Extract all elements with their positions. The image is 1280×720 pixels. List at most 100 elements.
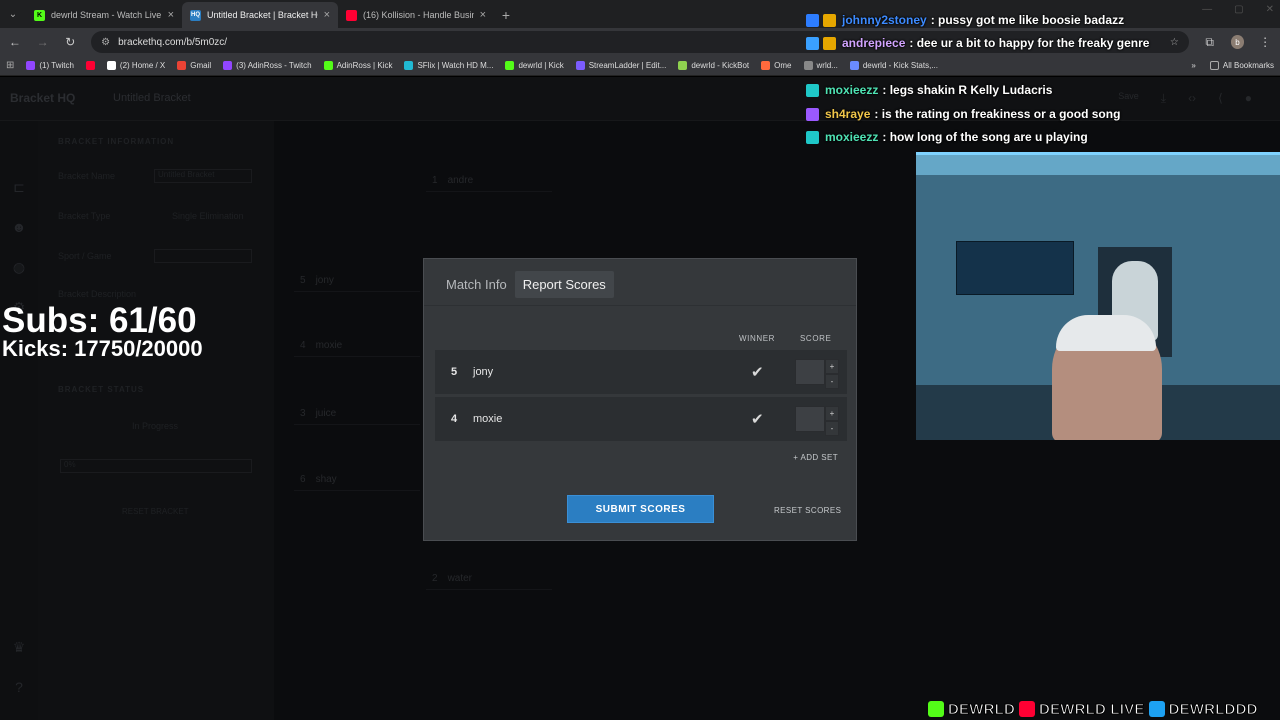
bookmark-item[interactable]: dewrld - Kick Stats,... <box>849 61 938 70</box>
chat-username: andrepiece <box>842 36 906 50</box>
help-icon[interactable]: ? <box>10 679 28 697</box>
tab-report-scores[interactable]: Report Scores <box>514 271 614 298</box>
apps-grid-icon[interactable]: ⊞ <box>6 60 14 71</box>
decrement-button[interactable]: - <box>825 374 839 389</box>
minimize-icon[interactable]: — <box>1202 4 1212 15</box>
status-text: In Progress <box>132 421 179 431</box>
tab-search-icon[interactable]: ⌄ <box>0 0 26 28</box>
users-icon[interactable]: ☻ <box>10 219 28 237</box>
user-avatar-icon[interactable]: ● <box>1245 91 1252 106</box>
bookmark-item[interactable] <box>85 61 95 70</box>
winner-check-icon[interactable]: ✔ <box>751 410 764 428</box>
bracket-name-input[interactable]: Untitled Bracket <box>154 169 252 183</box>
winner-check-icon[interactable]: ✔ <box>751 363 764 381</box>
embed-icon[interactable]: ‹› <box>1188 91 1196 106</box>
forward-arrow-icon[interactable]: → <box>36 35 50 49</box>
subscriber-badge-icon <box>823 36 836 50</box>
bookmark-item[interactable]: (1) Twitch <box>26 61 74 70</box>
chat-text: : dee ur a bit to happy for the freaky g… <box>909 36 1150 50</box>
kick-icon <box>928 701 944 717</box>
bookmark-item[interactable]: (2) Home / X <box>106 61 165 70</box>
twitter-icon <box>1148 701 1165 717</box>
chat-username: johnny2stoney <box>842 13 927 27</box>
kick-icon <box>323 61 333 70</box>
reset-bracket-button[interactable]: RESET BRACKET <box>122 507 189 516</box>
chat-username: sh4raye <box>825 107 871 121</box>
increment-button[interactable]: + <box>825 406 839 421</box>
bracket-slot[interactable]: 2 water <box>426 568 552 590</box>
bookmark-item[interactable]: dewrld | Kick <box>505 61 564 70</box>
bracket-slot[interactable]: 3 juice <box>294 403 420 425</box>
reload-icon[interactable]: ↻ <box>63 35 77 49</box>
bracket-slot[interactable]: 6 shay <box>294 469 420 491</box>
chat-message: sh4raye : is the rating on freakiness or… <box>806 104 1120 124</box>
back-arrow-icon[interactable]: ← <box>8 35 22 49</box>
score-input[interactable] <box>795 359 825 385</box>
browser-tab-youtube[interactable]: (16) Kollision - Handle Business × <box>338 2 494 28</box>
submit-scores-button[interactable]: SUBMIT SCORES <box>567 495 714 523</box>
bookmark-item[interactable]: AdinRoss | Kick <box>323 61 392 70</box>
team-seed: 5 <box>450 366 458 378</box>
browser-tab-kick[interactable]: K dewrld Stream - Watch Live on × <box>26 2 182 28</box>
sflix-icon <box>404 61 414 70</box>
add-set-button[interactable]: + ADD SET <box>793 453 838 462</box>
close-icon[interactable]: × <box>480 9 486 21</box>
chat-text: : how long of the song are u playing <box>882 130 1088 144</box>
bracket-slot[interactable]: 1 andre <box>426 170 552 192</box>
close-icon[interactable]: × <box>168 9 174 21</box>
divider <box>424 305 856 306</box>
profile-avatar[interactable]: b <box>1230 35 1245 49</box>
bracket-type-select[interactable]: Single Elimination <box>172 211 244 221</box>
save-button[interactable]: Save <box>1118 91 1139 106</box>
bookmark-item[interactable]: dewrld - KickBot <box>678 61 749 70</box>
new-tab-button[interactable]: + <box>494 2 518 28</box>
bookmark-item[interactable]: StreamLadder | Edit... <box>575 61 666 70</box>
browser-tab-brackethq[interactable]: HQ Untitled Bracket | Bracket HQ × <box>182 2 338 28</box>
chat-username: moxieezz <box>825 83 879 97</box>
streamladder-icon <box>575 61 585 70</box>
field-label: Bracket Description <box>58 289 137 299</box>
youtube-icon <box>85 61 95 70</box>
all-bookmarks[interactable]: All Bookmarks <box>1209 61 1274 70</box>
bracket-slot[interactable]: 4 moxie <box>294 335 420 357</box>
palette-icon[interactable]: ◍ <box>10 259 28 277</box>
chevron-right-icon[interactable]: » <box>1191 61 1195 70</box>
left-rail: ⊏ ☻ ◍ ⚙ ♛ ? ● <box>0 121 38 720</box>
crown-icon[interactable]: ♛ <box>10 639 28 657</box>
bookmark-item[interactable]: (3) AdinRoss - Twitch <box>223 61 312 70</box>
bookmarks-bar: ⊞ (1) Twitch (2) Home / X Gmail (3) Adin… <box>0 56 1280 76</box>
field-label: Sport / Game <box>58 251 112 261</box>
decrement-button[interactable]: - <box>825 421 839 436</box>
sport-input[interactable] <box>154 249 252 263</box>
bookmark-star-icon[interactable]: ☆ <box>1170 37 1179 48</box>
tab-title: dewrld Stream - Watch Live on <box>51 10 162 20</box>
reset-scores-button[interactable]: RESET SCORES <box>774 506 841 515</box>
youtube-icon <box>346 9 357 21</box>
section-header: BRACKET INFORMATION <box>58 137 175 146</box>
bracket-icon[interactable]: ⊏ <box>10 179 28 197</box>
bookmark-item[interactable]: SFlix | Watch HD M... <box>404 61 493 70</box>
tab-match-info[interactable]: Match Info <box>438 271 515 298</box>
maximize-icon[interactable]: ▢ <box>1234 4 1243 15</box>
team-row: 4 moxie ✔ + - <box>435 397 847 441</box>
chat-text: : is the rating on freakiness or a good … <box>874 107 1121 121</box>
share-icon[interactable]: ⟨ <box>1218 91 1223 106</box>
score-stepper: + - <box>825 406 839 436</box>
chat-text: : legs shakin R Kelly Ludacris <box>882 83 1053 97</box>
browser-menu-icon[interactable]: ⋮ <box>1258 35 1272 49</box>
bracket-slot[interactable]: 5 jony <box>294 270 420 292</box>
download-icon[interactable]: ⤓ <box>1161 91 1166 106</box>
brand-logo[interactable]: Bracket HQ <box>10 91 75 105</box>
bookmark-item[interactable]: wrld... <box>803 61 838 70</box>
extensions-icon[interactable]: ⧉ <box>1203 35 1217 50</box>
wall-painting <box>956 241 1074 295</box>
bookmark-item[interactable]: Gmail <box>177 61 211 70</box>
site-info-icon[interactable]: ⚙ <box>101 37 110 48</box>
led-strip <box>916 155 1280 175</box>
close-icon[interactable]: × <box>324 9 330 21</box>
score-input[interactable] <box>795 406 825 432</box>
bookmark-item[interactable]: Ome <box>761 61 792 70</box>
chat-badge-icon <box>806 130 819 144</box>
increment-button[interactable]: + <box>825 359 839 374</box>
close-window-icon[interactable]: ✕ <box>1266 4 1274 15</box>
